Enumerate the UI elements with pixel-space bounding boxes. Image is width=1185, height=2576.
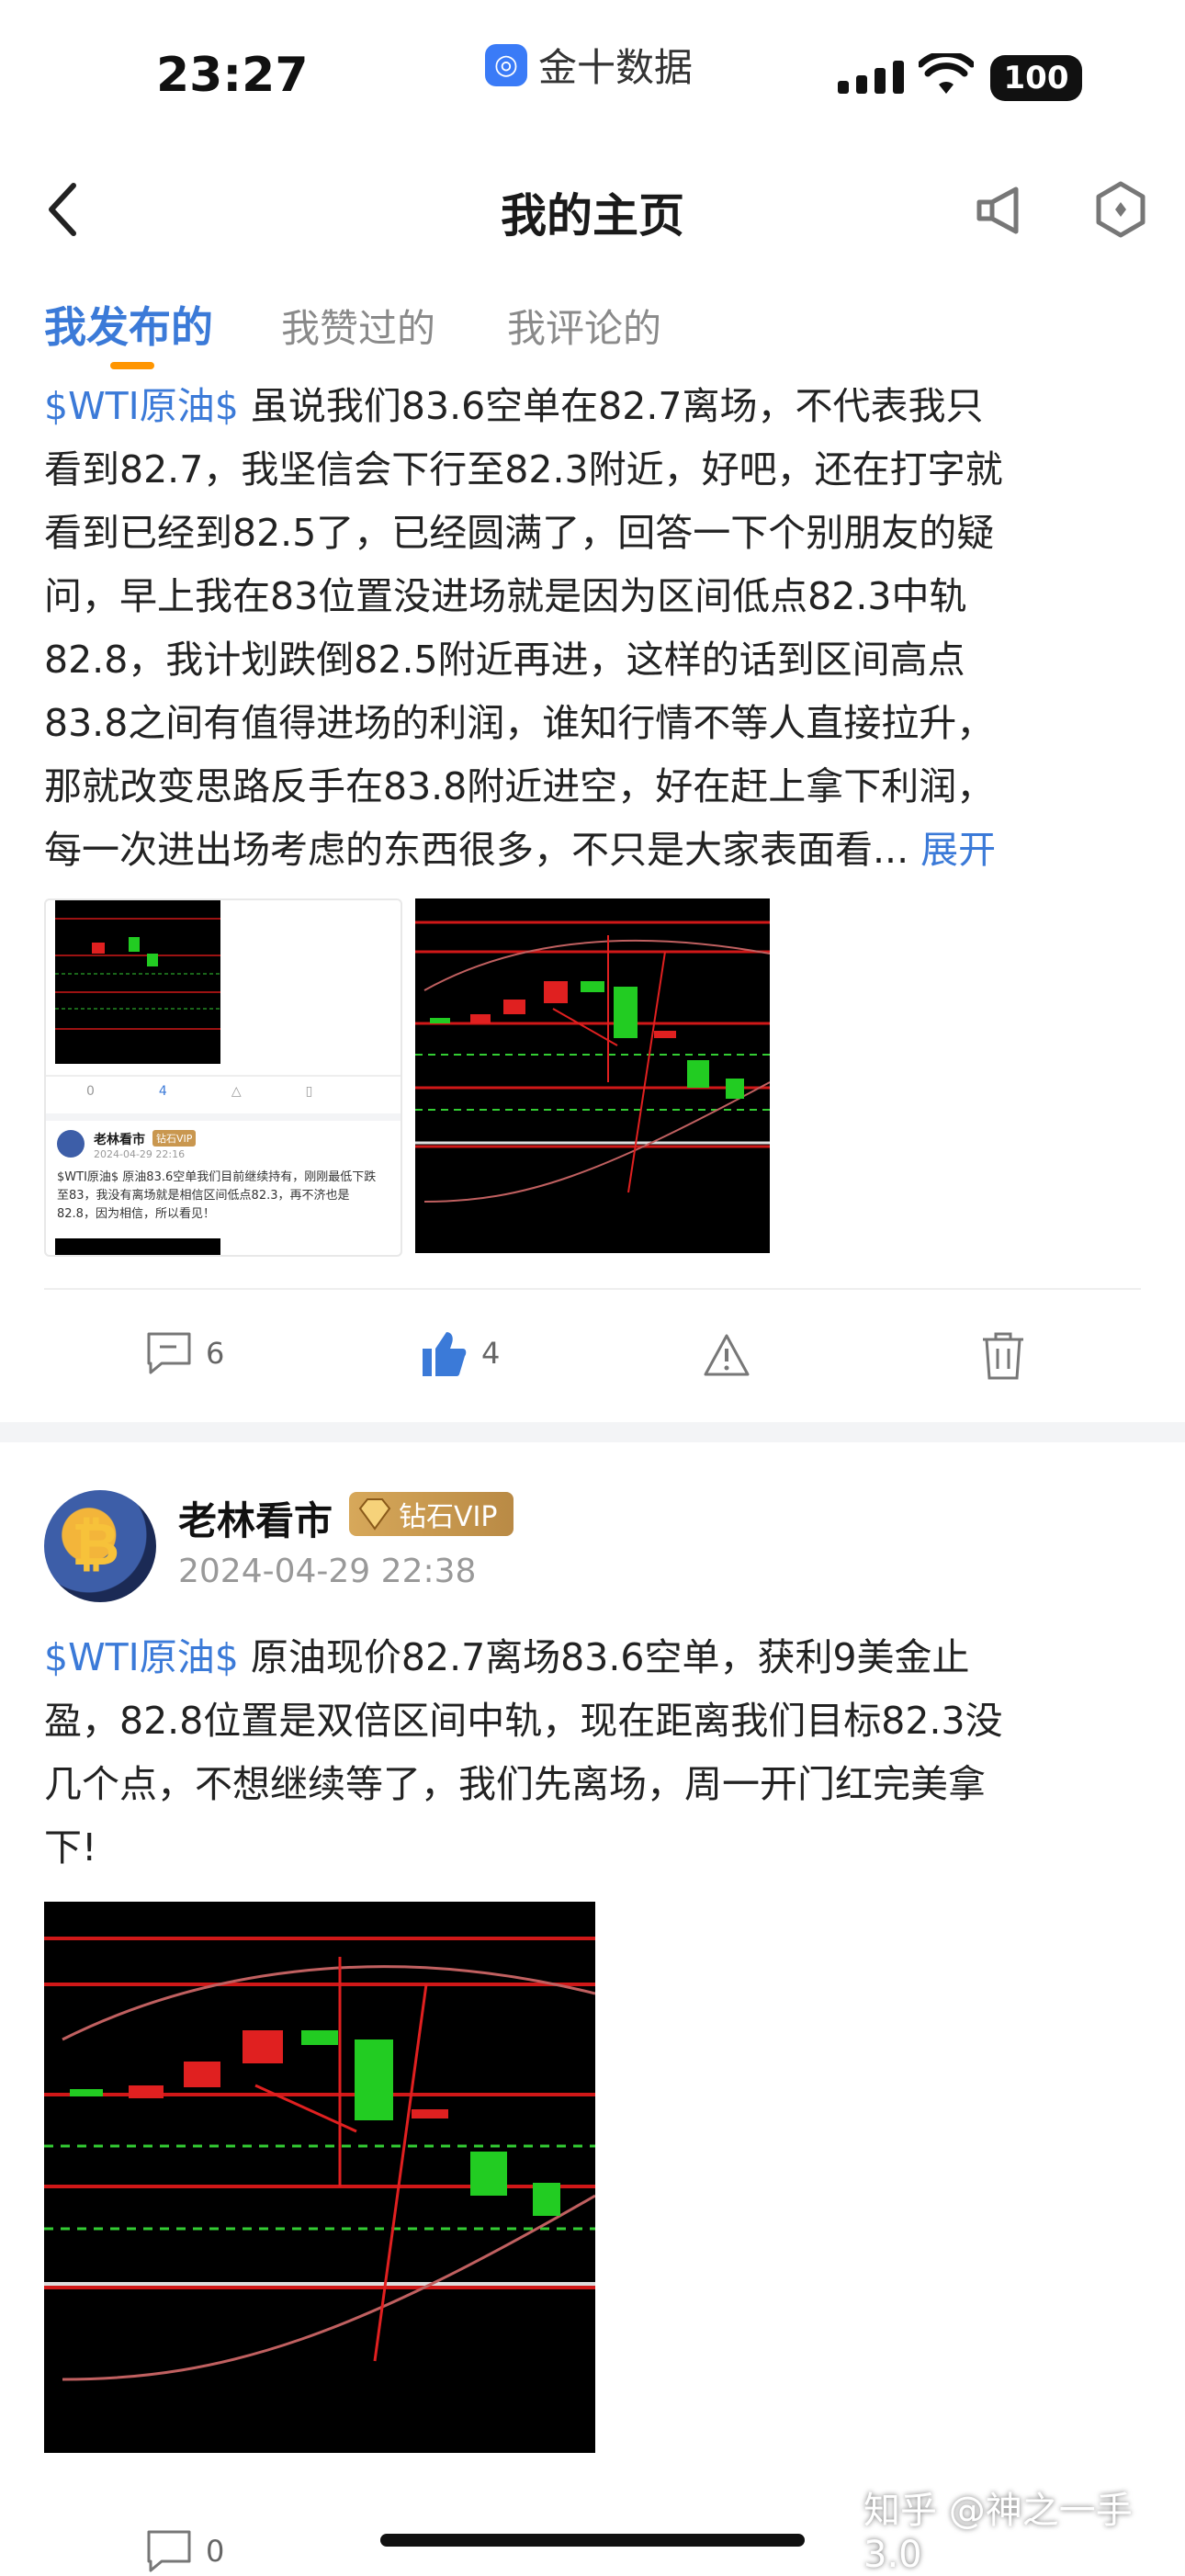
embedded-actions: 0 4 △ ▯ [86, 1084, 313, 1099]
like-count: 4 [481, 1336, 501, 1371]
battery-indicator: 100 [990, 55, 1082, 101]
post-2-comment-count: 0 [206, 2534, 225, 2569]
post-1-line-7: 每一次进出场考虑的东西很多，不只是大家表面看... [44, 828, 909, 872]
author-name[interactable]: 老林看市 [178, 1490, 333, 1546]
embedded-like-count: 4 [158, 1084, 167, 1099]
post-2-text[interactable]: $WTI原油$ 原油现价82.7离场83.6空单，获利9美金止 盈，82.8位置… [44, 1626, 1146, 1880]
expand-link[interactable]: 展开 [920, 828, 996, 872]
trash-icon [983, 1332, 1023, 1380]
post-2-image[interactable] [44, 1902, 595, 2453]
embedded-vip-badge: 钻石VIP [152, 1130, 197, 1147]
post-date: 2024-04-29 22:38 [178, 1553, 477, 1590]
post-2-line-3: 下! [44, 1825, 97, 1870]
stock-tag-link[interactable]: $WTI原油$ [44, 384, 239, 428]
tab-published[interactable]: 我发布的 [44, 294, 213, 355]
vip-badge: 钻石VIP [349, 1492, 514, 1536]
thumbs-up-icon [423, 1332, 467, 1376]
delete-button[interactable] [981, 1330, 1038, 1380]
stock-tag-link[interactable]: $WTI原油$ [44, 1635, 239, 1679]
home-indicator[interactable] [380, 2534, 805, 2547]
report-button[interactable] [702, 1332, 764, 1378]
post-1-line-2: 看到已经到82.5了，已经圆满了，回答一下个别朋友的疑 [44, 511, 995, 555]
embedded-avatar [57, 1130, 85, 1158]
status-app-name: 金十数据 [538, 45, 694, 90]
post-1-image-2[interactable] [415, 898, 770, 1253]
post-1-line-3: 问，早上我在83位置没进场就是因为区间低点82.3中轨 [44, 574, 967, 618]
embedded-text: $WTI原油$ 原油83.6空单我们目前继续持有，刚刚最低下跌至83，我没有离场… [57, 1170, 377, 1221]
tab-active-indicator [110, 362, 154, 369]
post-1-line-5: 83.8之间有值得进场的利润，谁知行情不等人直接拉升， [44, 701, 995, 745]
post-2-line-0: 原油现价82.7离场83.6空单，获利9美金止 [238, 1635, 970, 1679]
post-2-line-1: 盈，82.8位置是双倍区间中轨，现在距离我们目标82.3没 [44, 1699, 1003, 1743]
status-app: ◎ 金十数据 [485, 37, 693, 93]
jin10-logo-icon: ◎ [485, 43, 527, 86]
post-1-text[interactable]: $WTI原油$ 虽说我们83.6空单在82.7离场，不代表我只 看到82.7，我… [44, 375, 1146, 882]
divider [44, 1288, 1141, 1290]
embedded-date: 2024-04-29 22:16 [94, 1148, 186, 1160]
post-1-line-4: 82.8，我计划跌倒82.5附近再进，这样的话到区间高点 [44, 638, 965, 682]
vip-badge-label: 钻石VIP [399, 1501, 498, 1533]
wifi-icon [917, 51, 976, 99]
post-1-line-6: 那就改变思路反手在83.8附近进空，好在赶上拿下利润， [44, 764, 995, 808]
tab-commented[interactable]: 我评论的 [507, 298, 661, 354]
tab-liked[interactable]: 我赞过的 [281, 298, 435, 354]
post-1-line-1: 看到82.7，我坚信会下行至82.3附近，好吧，还在打字就 [44, 447, 1003, 491]
megaphone-icon[interactable] [972, 180, 1031, 243]
comment-button[interactable]: 6 [145, 1330, 224, 1376]
comment-count: 6 [206, 1336, 225, 1371]
comment-icon [147, 2530, 191, 2572]
embedded-author: 老林看市 [94, 1133, 145, 1147]
warning-icon [704, 1334, 750, 1376]
avatar[interactable]: ₿ [44, 1490, 156, 1602]
embedded-comment-count: 0 [86, 1084, 95, 1099]
post-2-line-2: 几个点，不想继续等了，我们先离场，周一开门红完美拿 [44, 1762, 986, 1806]
section-separator [0, 1422, 1185, 1442]
watermark: 知乎 @神之一手3.0 [863, 2490, 1133, 2576]
post-2-comment-button[interactable]: 0 [145, 2528, 224, 2574]
post-1-image-1[interactable]: 0 4 △ ▯ 老林看市 钻石VIP 2024-04-29 22:16 $WTI原… [44, 898, 402, 1257]
cellular-signal-icon [838, 61, 904, 94]
post-1-line-0: 虽说我们83.6空单在82.7离场，不代表我只 [238, 384, 984, 428]
diamond-icon [358, 1498, 391, 1531]
status-time: 23:27 [156, 48, 309, 103]
embedded-chart-thumb [55, 900, 220, 1064]
like-button[interactable]: 4 [419, 1328, 500, 1378]
comment-icon [147, 1332, 191, 1374]
settings-hex-icon[interactable] [1091, 180, 1150, 243]
